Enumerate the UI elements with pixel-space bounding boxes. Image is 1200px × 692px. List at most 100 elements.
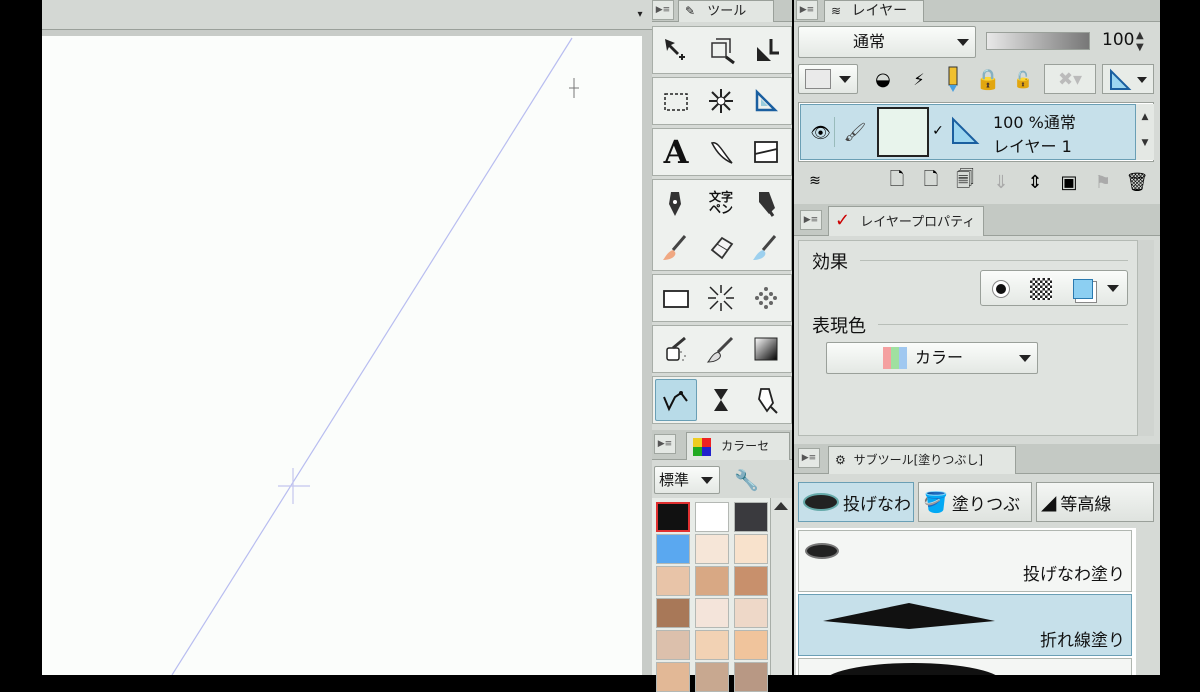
fill-tool-icon[interactable] [655,379,697,421]
decoration-tool-icon[interactable] [701,329,741,369]
marker-tool-icon[interactable] [746,183,786,223]
trash-icon[interactable]: 🗑 [1122,168,1152,196]
color-panel-tab[interactable]: カラーセ [686,432,790,460]
text-pen-tool-icon[interactable]: 文字 ペン [701,183,741,223]
color-swatch[interactable] [656,502,690,532]
pen-tool-icon[interactable] [656,183,696,223]
color-swatch[interactable] [656,566,690,596]
expression-color-dropdown[interactable]: カラー [826,342,1038,374]
layer-color-dropdown[interactable] [798,64,858,94]
brush-lock-icon[interactable]: 🖌 [841,117,869,147]
color-swatch[interactable] [734,534,768,564]
subtool-panel-tab[interactable]: ⚙ サブツール[塗りつぶし] [828,446,1016,474]
frame-border-tool-icon[interactable] [746,132,786,172]
color-swatch[interactable] [734,630,768,660]
color-swatch[interactable] [695,534,729,564]
layer-panel-tab[interactable]: ≋ レイヤー [824,0,924,22]
opacity-stepper[interactable]: ▲ ▼ [1136,30,1154,54]
border-effect-icon[interactable] [989,277,1013,301]
apply-mask-icon[interactable]: ⚑ [1088,168,1118,196]
contour-icon: ◢ [1041,490,1057,514]
subtool-tab-lasso[interactable]: 投げなわ [798,482,914,522]
mask-toggle-icon[interactable]: ✖▾ [1044,64,1096,94]
airbrush-tool-icon[interactable] [656,329,696,369]
color-set-dropdown[interactable]: 標準 [654,466,720,494]
speed-line-tool-icon[interactable] [701,278,741,318]
color-swatch[interactable] [656,598,690,628]
figure-tool-icon[interactable] [656,278,696,318]
subtool-tab-label: 投げなわ [843,494,911,515]
subtool-tab-fill[interactable]: 🪣 塗りつぶ [918,482,1032,522]
auto-select-tool-icon[interactable] [701,81,741,121]
subtool-scrollbar[interactable] [1136,528,1154,675]
transfer-down-icon[interactable]: ⇓ [986,168,1016,196]
canvas-scroll-arrow[interactable]: ▾ [630,2,650,28]
tool-panel-collapse[interactable]: ▶≡ [652,0,674,20]
subtool-tab-contour[interactable]: ◢ 等高線 [1036,482,1154,522]
color-swatch[interactable] [734,566,768,596]
ruler-tool-icon[interactable] [746,81,786,121]
layer-color-effect-icon[interactable] [1069,277,1097,301]
merge-down-icon[interactable]: ⇕ [1020,168,1050,196]
layer-panel-collapse[interactable]: ▶≡ [796,0,818,20]
layer-mask-icon[interactable]: ▣ [1054,168,1084,196]
opacity-slider[interactable] [986,32,1090,50]
clipping-icon[interactable]: ◒ [870,66,896,92]
layer-row[interactable]: 👁 🖌 ✓ 100 %通常 レイヤー 1 [800,104,1136,160]
color-swatch[interactable] [695,598,729,628]
transform-tool-icon[interactable] [701,30,741,70]
chevron-down-icon [839,76,851,83]
draft-layer-icon[interactable] [940,64,966,94]
marquee-tool-icon[interactable] [656,81,696,121]
brush-tool-icon[interactable] [656,227,696,267]
opacity-value[interactable]: 100 [1102,30,1136,54]
preset-next[interactable] [798,658,1132,675]
tone-effect-icon[interactable] [1029,277,1053,301]
preset-lasso-fill[interactable]: 投げなわ塗り [798,530,1132,592]
reference-layer-icon[interactable]: ⚡ [906,66,932,92]
color-swatch[interactable] [734,662,768,692]
lock-transparent-icon[interactable]: 🔓 [1006,64,1040,94]
drawing-canvas[interactable] [42,36,642,675]
new-raster-layer-icon[interactable]: 🗋 [884,168,910,196]
color-swatch[interactable] [656,662,690,692]
gradient-tool-icon[interactable] [746,329,786,369]
tool-panel-tab[interactable]: ✎ ツール [678,0,774,22]
blend-tool-icon[interactable] [746,227,786,267]
chevron-down-icon [1019,355,1031,362]
tone-tool-icon[interactable] [746,278,786,318]
property-scrollbar[interactable] [1138,240,1154,436]
wrench-icon[interactable]: 🔧 [734,466,759,494]
ruler-toggle-icon[interactable] [1102,64,1154,94]
blend-mode-dropdown[interactable]: 通常 [798,26,976,58]
color-swatch[interactable] [695,566,729,596]
effect-buttons[interactable] [980,270,1128,306]
color-swatch[interactable] [695,502,729,532]
operation-tool-icon[interactable] [746,30,786,70]
color-scrollbar[interactable] [770,498,792,675]
lock-icon[interactable]: 🔒 [974,64,1002,94]
move-tool-icon[interactable] [656,30,696,70]
balloon-tool-icon[interactable] [701,132,741,172]
color-panel-collapse[interactable]: ▶≡ [654,434,676,454]
color-swatch[interactable] [695,630,729,660]
blur-tool-icon[interactable] [701,380,741,420]
layer-scrollbar[interactable]: ▲ ▼ [1136,104,1154,160]
text-tool-icon[interactable]: A [656,132,696,172]
layer-property-collapse[interactable]: ▶≡ [800,210,822,230]
correct-line-tool-icon[interactable] [746,380,786,420]
new-vector-layer-icon[interactable]: 🗋 [916,168,946,196]
scroll-up-icon[interactable] [774,502,788,510]
eye-icon[interactable]: 👁 [807,117,835,147]
subtool-panel-collapse[interactable]: ▶≡ [798,448,820,468]
color-swatch[interactable] [656,630,690,660]
layers-stack-icon: ≋ [809,173,821,189]
eraser-tool-icon[interactable] [701,227,741,267]
color-swatch[interactable] [656,534,690,564]
new-folder-icon[interactable]: 🗐 [950,168,980,196]
color-swatch[interactable] [695,662,729,692]
preset-polyline-fill[interactable]: 折れ線塗り [798,594,1132,656]
layer-property-tab[interactable]: ✓ レイヤープロパティ [828,206,984,236]
color-swatch[interactable] [734,502,768,532]
color-swatch[interactable] [734,598,768,628]
